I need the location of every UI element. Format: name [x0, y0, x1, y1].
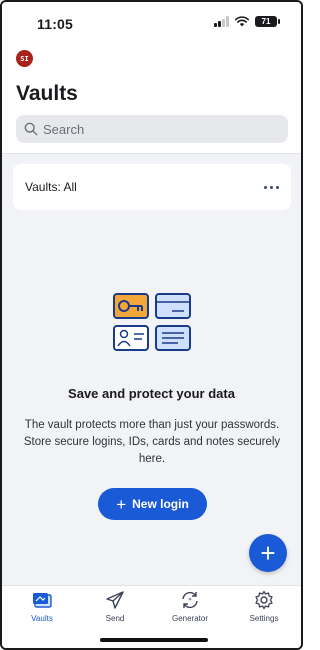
vault-filter-label: Vaults: All [25, 180, 77, 194]
battery-icon: 71 [255, 16, 280, 27]
generator-icon: * [182, 591, 198, 609]
avatar[interactable]: SI [16, 50, 33, 67]
add-item-button[interactable]: + [249, 534, 287, 572]
tab-vaults[interactable]: Vaults [12, 590, 72, 626]
wifi-icon [235, 16, 249, 27]
plus-icon: + [260, 538, 276, 568]
tab-generator[interactable]: * Generator [160, 590, 220, 626]
tab-label: Vaults [31, 614, 53, 623]
status-bar: 11:05 71 [2, 2, 301, 42]
gear-icon [255, 590, 273, 610]
status-time: 11:05 [37, 16, 74, 32]
vault-filter[interactable]: Vaults: All [13, 164, 291, 210]
tab-label: Generator [171, 614, 209, 623]
svg-text:*: * [188, 597, 192, 605]
home-indicator [100, 638, 208, 642]
tab-send[interactable]: Send [85, 590, 145, 626]
new-login-label: New login [132, 497, 189, 511]
header: SI Vaults [2, 42, 301, 154]
app-screen: 11:05 71 SI Vaults Vaults: All [0, 0, 303, 650]
send-icon [106, 591, 124, 609]
search-icon [24, 122, 38, 136]
search-input[interactable] [43, 121, 273, 137]
status-icons: 71 [214, 16, 280, 27]
vault-icon [33, 593, 52, 608]
search-bar[interactable] [16, 115, 288, 143]
empty-state-description: The vault protects more than just your p… [23, 419, 281, 465]
plus-icon: + [116, 494, 127, 514]
vault-items-illustration [113, 293, 191, 351]
empty-state-title: Save and protect your data [68, 386, 235, 401]
page-title: Vaults [16, 82, 78, 105]
tab-settings[interactable]: Settings [234, 590, 294, 626]
signal-icon [214, 16, 229, 27]
tab-label: Send [105, 614, 125, 623]
more-horizontal-icon[interactable] [264, 185, 279, 189]
new-login-button[interactable]: + New login [98, 488, 207, 520]
tab-label: Settings [249, 614, 279, 623]
